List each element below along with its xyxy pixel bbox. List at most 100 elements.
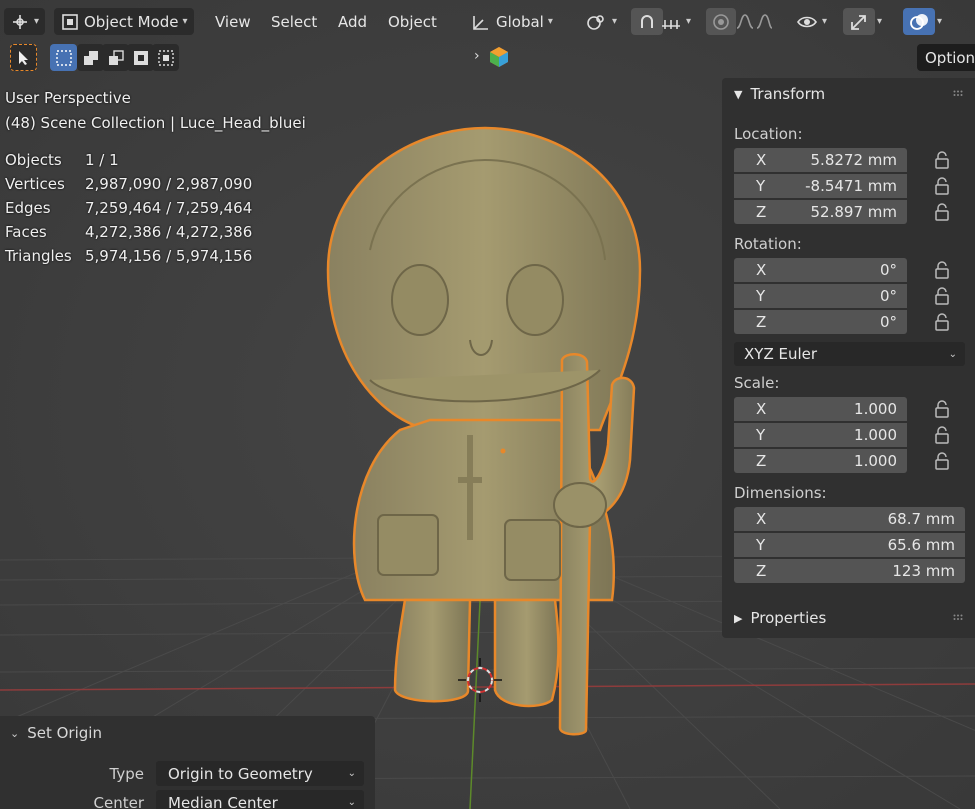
- dimensions-z-field[interactable]: Z 123 mm: [734, 559, 965, 583]
- proportional-editing-toggle[interactable]: [706, 8, 736, 35]
- field-value: 1.000: [854, 400, 897, 418]
- location-x-field[interactable]: X 5.8272 mm: [734, 148, 907, 172]
- select-mode-subtract[interactable]: [102, 44, 129, 71]
- lock-icon[interactable]: [932, 399, 952, 419]
- menu-view[interactable]: View: [211, 8, 255, 35]
- select-invert-icon: [133, 50, 148, 65]
- select-subtract-icon: [108, 49, 124, 65]
- chevron-down-icon: ▾: [686, 16, 692, 27]
- lock-icon[interactable]: [932, 176, 952, 196]
- location-y-field[interactable]: Y -8.5471 mm: [734, 174, 907, 198]
- mode-selector[interactable]: Object Mode ▾: [54, 8, 194, 35]
- drag-grip-icon[interactable]: [953, 90, 965, 98]
- rotation-mode-value: XYZ Euler: [744, 345, 818, 363]
- overlays-icon: [910, 13, 928, 30]
- dimensions-label: Dimensions:: [734, 484, 827, 502]
- stat-value: 2,987,090 / 2,987,090: [85, 175, 253, 193]
- lock-icon[interactable]: [932, 425, 952, 445]
- rotation-x-field[interactable]: X 0°: [734, 258, 907, 282]
- rotation-y-field[interactable]: Y 0°: [734, 284, 907, 308]
- drag-grip-icon[interactable]: [953, 614, 965, 622]
- eye-icon: [797, 16, 817, 27]
- sidebar-panel: ▼ Transform Location: X 5.8272 mm Y -8.5…: [722, 78, 975, 638]
- transform-title: Transform: [750, 85, 826, 103]
- select-mode-intersect[interactable]: [152, 44, 179, 71]
- pivot-point-icon: [587, 14, 604, 30]
- menu-add[interactable]: Add: [334, 8, 371, 35]
- gizmo-options[interactable]: ▾: [877, 8, 882, 35]
- scale-y-field[interactable]: Y 1.000: [734, 423, 907, 447]
- pivot-point-selector[interactable]: ▾: [584, 8, 617, 35]
- type-label: Type: [109, 765, 144, 783]
- lock-icon[interactable]: [932, 286, 952, 306]
- rotation-mode-dropdown[interactable]: XYZ Euler ⌄: [734, 342, 965, 366]
- lock-icon[interactable]: [932, 150, 952, 170]
- field-value: 1.000: [854, 426, 897, 444]
- select-mode-invert[interactable]: [127, 44, 154, 71]
- field-value: 52.897 mm: [810, 203, 897, 221]
- stat-row-objects: Objects 1 / 1: [5, 148, 252, 172]
- chevron-down-icon: ⌄: [347, 797, 356, 808]
- stat-label: Triangles: [5, 247, 72, 265]
- transform-orientation-selector[interactable]: Global ▾: [470, 8, 553, 35]
- object-visibility-selector[interactable]: ▾: [796, 8, 827, 35]
- stat-value: 4,272,386 / 4,272,386: [85, 223, 253, 241]
- axis-label: Z: [756, 313, 767, 331]
- chevron-down-icon: ⌄: [948, 348, 957, 360]
- overlays-options[interactable]: ▾: [937, 8, 942, 35]
- expand-arrow-icon[interactable]: ›: [474, 48, 480, 64]
- stat-label: Faces: [5, 223, 47, 241]
- object-mode-icon: [62, 13, 78, 30]
- stat-value: 7,259,464 / 7,259,464: [85, 199, 253, 217]
- operator-panel-header[interactable]: ⌄ Set Origin: [10, 724, 102, 742]
- object-properties-icon[interactable]: [488, 46, 510, 68]
- lock-icon[interactable]: [932, 260, 952, 280]
- select-tool-button[interactable]: [10, 44, 37, 71]
- viewport-header: ▾ Object Mode ▾ View Select Add Object G…: [0, 0, 975, 42]
- properties-panel-header[interactable]: ▶ Properties: [722, 604, 975, 632]
- rotation-z-field[interactable]: Z 0°: [734, 310, 907, 334]
- lock-icon[interactable]: [932, 202, 952, 222]
- scale-label: Scale:: [734, 374, 780, 392]
- proportional-editing-icon: [713, 13, 729, 30]
- dimensions-y-field[interactable]: Y 65.6 mm: [734, 533, 965, 557]
- scale-z-field[interactable]: Z 1.000: [734, 449, 907, 473]
- lock-icon[interactable]: [932, 451, 952, 471]
- falloff-curve-icon: [736, 13, 773, 29]
- field-value: 123 mm: [892, 562, 955, 580]
- overlays-toggle[interactable]: [903, 8, 935, 35]
- field-value: 0°: [879, 313, 897, 331]
- gizmo-toggle[interactable]: [843, 8, 875, 35]
- proportional-falloff-selector[interactable]: [735, 8, 773, 35]
- chevron-down-icon: ▾: [822, 16, 828, 27]
- cursor-arrow-icon: [18, 50, 28, 65]
- menu-select[interactable]: Select: [267, 8, 321, 35]
- properties-title: Properties: [750, 609, 827, 627]
- select-mode-extend[interactable]: [77, 44, 104, 71]
- snap-target-selector[interactable]: ▾: [660, 8, 691, 35]
- menu-object[interactable]: Object: [384, 8, 441, 35]
- mode-label: Object Mode: [84, 12, 179, 31]
- 3d-viewport[interactable]: ▾ Object Mode ▾ View Select Add Object G…: [0, 0, 975, 809]
- origin-dot: [500, 448, 506, 454]
- dimensions-x-field[interactable]: X 68.7 mm: [734, 507, 965, 531]
- center-dropdown[interactable]: Median Center ⌄: [156, 790, 364, 809]
- tool-settings-row: ›: [0, 42, 975, 72]
- lock-icon[interactable]: [932, 312, 952, 332]
- select-new-icon: [55, 49, 72, 66]
- origin-type-dropdown[interactable]: Origin to Geometry ⌄: [156, 761, 364, 786]
- select-mode-new[interactable]: [50, 44, 77, 71]
- snap-toggle[interactable]: [631, 8, 663, 35]
- options-tab[interactable]: Options: [917, 44, 975, 71]
- transform-panel-header[interactable]: ▼ Transform: [722, 80, 975, 108]
- scale-x-field[interactable]: X 1.000: [734, 397, 907, 421]
- field-value: 5.8272 mm: [810, 151, 897, 169]
- center-value: Median Center: [168, 793, 278, 809]
- rotation-label: Rotation:: [734, 235, 802, 253]
- stat-row-edges: Edges 7,259,464 / 7,259,464: [5, 196, 252, 220]
- editor-type-selector[interactable]: ▾: [4, 8, 46, 35]
- orientation-axes-icon: [473, 15, 488, 30]
- select-intersect-icon: [157, 49, 174, 66]
- axis-label: X: [756, 510, 767, 528]
- location-z-field[interactable]: Z 52.897 mm: [734, 200, 907, 224]
